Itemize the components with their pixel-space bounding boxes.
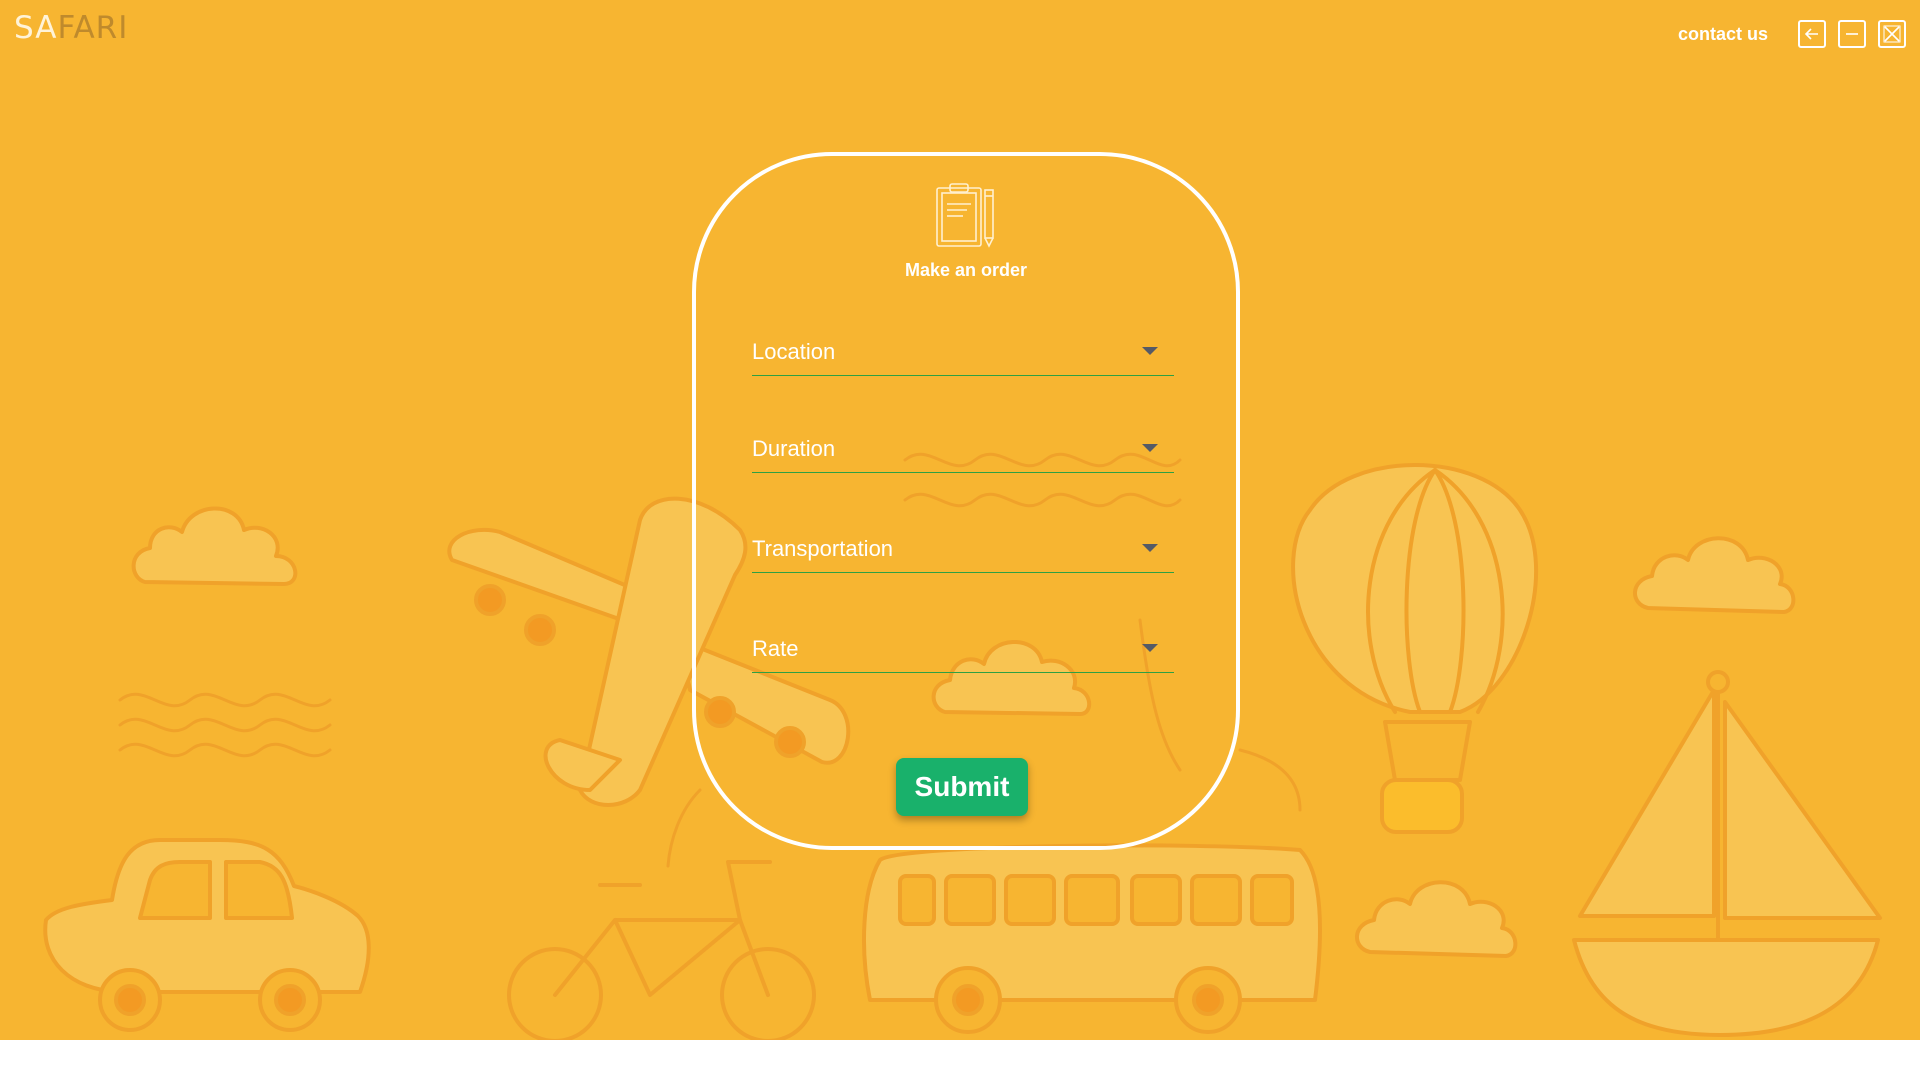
app-logo: SAFARI	[14, 10, 128, 46]
cloud-icon	[1355, 880, 1518, 958]
transportation-label: Transportation	[752, 536, 894, 561]
back-arrow-icon	[1804, 28, 1818, 40]
transportation-dropdown[interactable]: Transportation	[752, 527, 1174, 573]
cloud-icon	[131, 506, 298, 586]
minimize-button[interactable]	[1838, 20, 1866, 48]
cloud-icon	[1633, 536, 1796, 614]
form-title: Make an order	[904, 260, 1028, 280]
back-button[interactable]	[1798, 20, 1826, 48]
duration-label: Duration	[752, 436, 836, 461]
logo-part-2: FARI	[57, 10, 129, 46]
logo-part-1: SA	[14, 10, 58, 46]
location-dropdown[interactable]: Location	[752, 330, 1174, 376]
rate-label: Rate	[752, 636, 799, 661]
chevron-down-icon	[1142, 347, 1158, 355]
bicycle-icon	[507, 860, 816, 1040]
minimize-icon	[1846, 33, 1858, 35]
bus-icon	[862, 843, 1322, 1034]
chevron-down-icon	[1142, 544, 1158, 552]
order-form-card: Make an order Location Duration Transpor…	[692, 152, 1240, 850]
top-bar: contact us	[1678, 20, 1906, 48]
chevron-down-icon	[1142, 444, 1158, 452]
close-button[interactable]	[1878, 20, 1906, 48]
contact-us-link[interactable]: contact us	[1678, 24, 1768, 45]
chevron-down-icon	[1142, 644, 1158, 652]
submit-button[interactable]: Submit	[896, 758, 1028, 816]
rate-dropdown[interactable]: Rate	[752, 627, 1174, 673]
duration-dropdown[interactable]: Duration	[752, 427, 1174, 473]
sailboat-icon	[1572, 670, 1882, 1037]
clipboard-pencil-icon	[936, 183, 994, 248]
hot-air-balloon-icon	[1291, 463, 1539, 834]
location-label: Location	[752, 339, 836, 364]
close-icon	[1883, 25, 1901, 43]
car-icon	[43, 838, 371, 1032]
app-window: SAFARI contact us Make an order Location…	[0, 0, 1920, 1040]
